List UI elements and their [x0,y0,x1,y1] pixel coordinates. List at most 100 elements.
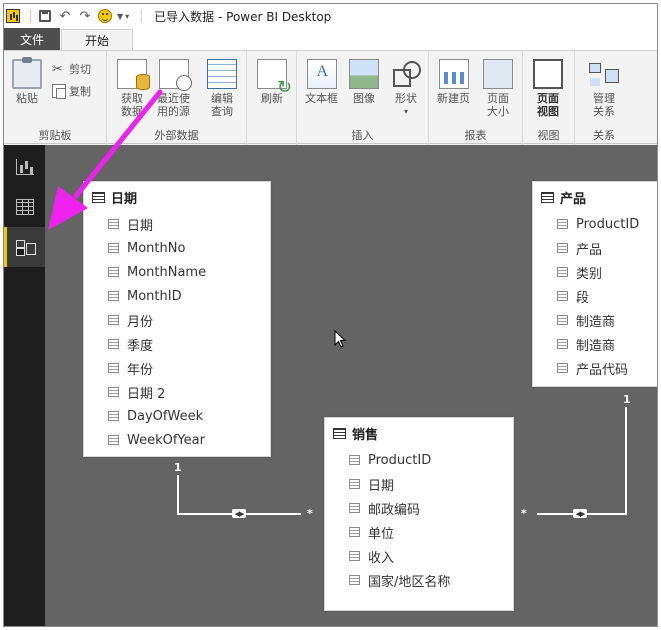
edit-queries-button[interactable]: 编辑 查询 [207,59,237,118]
get-data-label-1: 获取 [121,92,143,105]
manage-relationships-button[interactable]: 管理 关系 [589,59,619,118]
field-row[interactable]: 日期 2 [84,380,270,404]
field-row[interactable]: 产品代码 [533,356,657,380]
recent-sources-button[interactable]: 最近使 用的源 [157,59,192,118]
field-icon [349,551,360,561]
field-row[interactable]: MonthID [84,284,270,308]
field-icon [108,243,119,253]
view-group-label: 视图 [537,129,560,142]
refresh-button[interactable]: 刷新 [257,59,292,105]
table-header[interactable]: 销售 [325,418,513,448]
copy-label: 复制 [69,85,91,98]
bidirectional-filter-icon[interactable]: ◀▶ [573,509,587,518]
relationships-view-button[interactable] [4,227,45,267]
external-data-group-label: 外部数据 [154,129,199,142]
textbox-button[interactable]: 文本框 [305,59,338,105]
field-row[interactable]: ProductID [325,448,513,472]
table-grid-icon [15,199,34,215]
edit-queries-label-2: 查询 [211,105,233,118]
table-card-sales[interactable]: 销售 ProductID 日期邮政编码单位 收入国家/地区名称 [324,417,514,611]
field-row[interactable]: 国家/地区名称 [325,568,513,592]
field-row[interactable]: 日期 [84,212,270,236]
relationships-icon [16,238,36,256]
table-header[interactable]: 产品 [533,182,657,212]
get-data-button[interactable]: 获取 数据 [117,59,150,118]
customize-qat-icon[interactable]: ▾ [125,12,129,21]
field-label: 国家/地区名称 [368,574,451,590]
page-size-button[interactable]: 页面 大小 [483,59,513,118]
field-label: 日期 [127,218,154,234]
field-label: 邮政编码 [368,502,421,518]
field-icon [557,291,568,301]
table-title: 销售 [352,427,379,443]
field-row[interactable]: 日期 [325,472,513,496]
field-row[interactable]: 段 [533,284,657,308]
refresh-icon [257,59,292,94]
cut-label: 剪切 [69,63,91,76]
table-card-date[interactable]: 日期 日期 MonthNo MonthName MonthID 月份 季度 年份日期 2 Da… [83,181,271,457]
bidirectional-filter-icon[interactable]: ◀▶ [232,509,246,518]
field-row[interactable]: 邮政编码 [325,496,513,520]
field-row[interactable]: 季度 [84,332,270,356]
tab-home[interactable]: 开始 [61,29,133,50]
field-list: 日期 MonthNo MonthName MonthID 月份 季度 年份日期 2 DayOf… [84,212,270,452]
field-row[interactable]: DayOfWeek [84,404,270,428]
data-view-button[interactable] [4,187,45,227]
field-row[interactable]: MonthName [84,260,270,284]
field-row[interactable]: ProductID [533,212,657,236]
table-card-product[interactable]: 产品 ProductID 产品 类别段制造商 制造商 产品代码 [532,181,657,387]
field-label: 制造商 [576,314,616,330]
copy-button[interactable]: 复制 [52,83,91,99]
textbox-icon [306,59,337,89]
feedback-button[interactable] [97,8,113,24]
relationship-line[interactable] [177,475,179,515]
report-view-button[interactable] [4,147,45,187]
feedback-dropdown-icon[interactable]: ▼ [117,12,123,21]
field-label: 类别 [576,266,603,282]
image-button[interactable]: 图像 [349,59,379,105]
tab-file[interactable]: 文件 [4,28,60,50]
field-row[interactable]: 年份 [84,356,270,380]
redo-button[interactable]: ↷ [77,8,93,24]
field-icon [108,435,119,445]
field-row[interactable]: 产品 [533,236,657,260]
field-row[interactable]: 单位 [325,520,513,544]
page-view-button[interactable]: 页面 视图 [533,59,563,118]
field-label: 产品 [576,242,603,258]
relationship-one-label: 1 [174,461,182,474]
view-switcher [4,145,45,626]
field-row[interactable]: 制造商 [533,308,657,332]
relationships-canvas[interactable]: 1 * ◀▶ 1 * ◀▶ 日期 日期 MonthNo MonthName Month… [45,145,657,626]
field-icon [557,339,568,349]
edit-queries-label-1: 编辑 [211,92,233,105]
save-button[interactable] [37,8,53,24]
field-row[interactable]: MonthNo [84,236,270,260]
insert-group-label: 插入 [351,129,374,142]
undo-button[interactable]: ↶ [57,8,73,24]
field-icon [557,315,568,325]
copy-icon [52,84,66,99]
paste-label: 粘贴 [16,92,38,105]
field-row[interactable]: 月份 [84,308,270,332]
field-label: ProductID [576,216,640,232]
field-row[interactable]: 收入 [325,544,513,568]
bar-chart-icon [15,159,34,175]
manage-relationships-icon [589,59,619,89]
paste-icon [12,57,42,89]
field-label: 日期 2 [127,386,166,402]
field-row[interactable]: WeekOfYear [84,428,270,452]
field-list: ProductID 日期邮政编码单位 收入国家/地区名称 [325,448,513,592]
field-row[interactable]: 类别 [533,260,657,284]
relationship-one-label: 1 [623,393,631,406]
field-row[interactable]: 制造商 [533,332,657,356]
table-header[interactable]: 日期 [84,182,270,212]
field-icon [108,219,119,229]
image-label: 图像 [353,92,375,105]
textbox-label: 文本框 [305,92,338,105]
relationship-line[interactable] [625,407,627,515]
cut-button[interactable]: ✂ 剪切 [52,61,91,77]
paste-button[interactable]: 粘贴 [12,57,42,105]
new-page-button[interactable]: 新建页 [437,59,470,105]
field-icon [108,315,119,325]
shapes-button[interactable]: 形状 ▾ [391,59,421,118]
